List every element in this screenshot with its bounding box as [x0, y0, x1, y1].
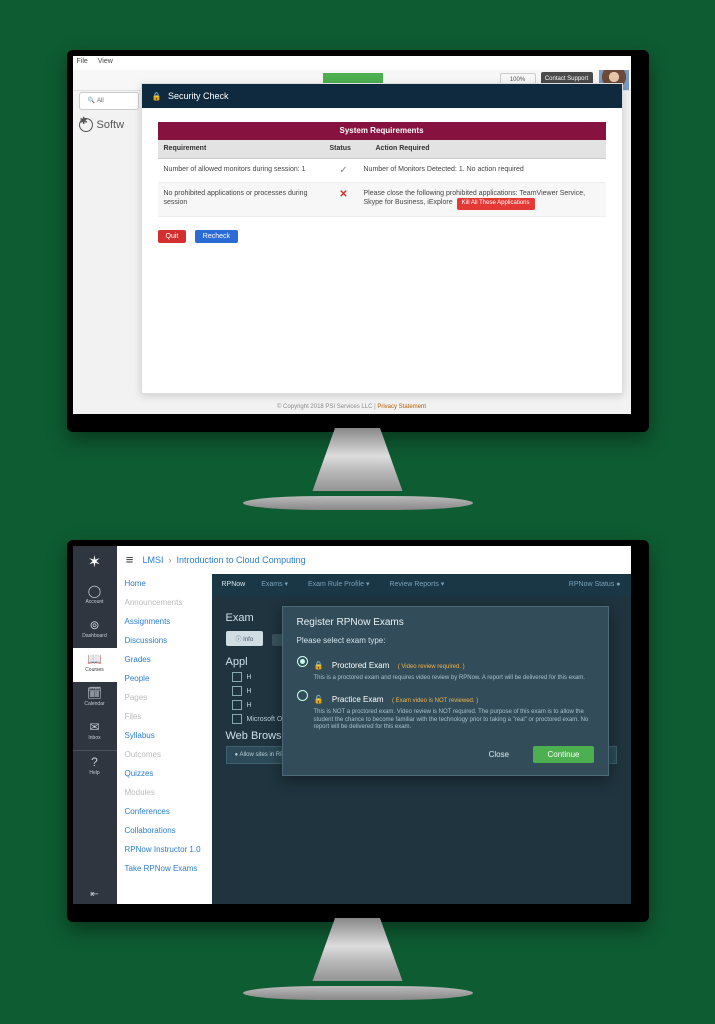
rpnow-brand: RPNow [222, 581, 246, 588]
checkbox-icon[interactable] [232, 672, 242, 682]
sidebar-item-discussions[interactable]: Discussions [117, 631, 212, 650]
table-row: No prohibited applications or processes … [158, 183, 606, 217]
action-text: Please close the following prohibited ap… [364, 189, 606, 210]
col-status: Status [324, 140, 370, 158]
brand-icon [79, 118, 93, 132]
page-footer: © Copyright 2018 PSI Services LLC | Priv… [73, 404, 631, 410]
system-requirements-ribbon: System Requirements [158, 122, 606, 140]
rpnow-tab-exams[interactable]: Exams ▾ [261, 581, 288, 588]
chip-info[interactable]: ⓘ Info [226, 631, 264, 646]
menu-view[interactable]: View [98, 58, 113, 65]
sidebar-item-people[interactable]: People [117, 669, 212, 688]
continue-button[interactable]: Continue [533, 746, 593, 763]
table-row: Number of allowed monitors during sessio… [158, 159, 606, 183]
nav-help[interactable]: ?Help [73, 750, 117, 784]
sidebar-item-pages[interactable]: Pages [117, 688, 212, 707]
brand-logo: Softw [79, 118, 125, 132]
sidebar-item-modules[interactable]: Modules [117, 783, 212, 802]
radio-icon[interactable] [297, 656, 308, 667]
panel-header: 🔒 Security Check [142, 84, 622, 108]
action-text: Number of Monitors Detected: 1. No actio… [364, 165, 606, 176]
req-text: Number of allowed monitors during sessio… [158, 165, 324, 176]
course-nav: Home Announcements Assignments Discussio… [117, 574, 213, 904]
modal-title: Register RPNow Exams [297, 617, 594, 628]
lock-icon: 🔒 [152, 92, 162, 101]
recheck-button[interactable]: Recheck [195, 230, 238, 243]
panel-title: Security Check [168, 91, 229, 101]
privacy-link[interactable]: Privacy Statement [377, 404, 426, 410]
sidebar-item-outcomes[interactable]: Outcomes [117, 745, 212, 764]
checkbox-icon[interactable] [232, 714, 242, 724]
global-nav: ✶ ◯Account ⊚Dashboard 📖Courses 🗓Calendar… [73, 546, 117, 904]
register-exam-modal: Register RPNow Exams Please select exam … [282, 606, 609, 776]
sidebar-item-home[interactable]: Home [117, 574, 212, 593]
close-button[interactable]: Close [475, 746, 523, 763]
sidebar-item-files[interactable]: Files [117, 707, 212, 726]
sidebar-item-conferences[interactable]: Conferences [117, 802, 212, 821]
option-practice[interactable]: 🔓 Practice Exam ( Exam video is NOT revi… [297, 689, 594, 732]
sidebar-item-syllabus[interactable]: Syllabus [117, 726, 212, 745]
sidebar-item-collaborations[interactable]: Collaborations [117, 821, 212, 840]
nav-collapse-icon[interactable]: ⇤ [73, 889, 117, 900]
screen-lms: ✶ ◯Account ⊚Dashboard 📖Courses 🗓Calendar… [73, 546, 631, 904]
sidebar-item-grades[interactable]: Grades [117, 650, 212, 669]
quit-button[interactable]: Quit [158, 230, 187, 243]
menu-file[interactable]: File [77, 58, 88, 65]
rpnow-header: RPNow Exams ▾ Exam Rule Profile ▾ Review… [212, 574, 631, 596]
breadcrumb-bar: ≡ LMSI › Introduction to Cloud Computing [117, 546, 631, 575]
security-check-panel: 🔒 Security Check System Requirements Req… [141, 83, 623, 394]
nav-courses[interactable]: 📖Courses [73, 648, 117, 682]
col-action: Action Required [370, 140, 606, 158]
rpnow-status: RPNow Status ● [569, 574, 621, 596]
status-fail-icon: ✕ [324, 189, 364, 210]
checkbox-icon[interactable] [232, 700, 242, 710]
table-header: Requirement Status Action Required [158, 140, 606, 159]
nav-inbox[interactable]: ✉Inbox [73, 716, 117, 750]
req-text: No prohibited applications or processes … [158, 189, 324, 210]
option-desc: This is a proctored exam and requires vi… [314, 675, 585, 683]
col-requirement: Requirement [158, 140, 324, 158]
sidebar-item-quizzes[interactable]: Quizzes [117, 764, 212, 783]
nav-account[interactable]: ◯Account [73, 580, 117, 614]
search-tab[interactable]: All [79, 92, 139, 110]
option-desc: This is NOT a proctored exam. Video revi… [314, 709, 594, 732]
screen-security-check: File View 100% Contact Support All Softw [73, 56, 631, 414]
checkbox-icon[interactable] [232, 686, 242, 696]
nav-calendar[interactable]: 🗓Calendar [73, 682, 117, 716]
sidebar-item-announcements[interactable]: Announcements [117, 593, 212, 612]
unlock-icon: 🔓 [314, 695, 324, 704]
rpnow-app: RPNow Exams ▾ Exam Rule Profile ▾ Review… [212, 574, 631, 904]
breadcrumb-course[interactable]: Introduction to Cloud Computing [177, 555, 306, 565]
radio-icon[interactable] [297, 690, 308, 701]
sidebar-item-assignments[interactable]: Assignments [117, 612, 212, 631]
nav-dashboard[interactable]: ⊚Dashboard [73, 614, 117, 648]
option-proctored[interactable]: 🔒 Proctored Exam ( Video review required… [297, 655, 594, 683]
sidebar-item-take-rpnow[interactable]: Take RPNow Exams [117, 859, 212, 878]
lock-icon: 🔒 [314, 661, 324, 670]
hamburger-icon[interactable]: ≡ [117, 546, 143, 574]
kill-apps-button[interactable]: Kill All These Applications [457, 198, 535, 210]
rpnow-tab-reports[interactable]: Review Reports ▾ [389, 581, 444, 588]
rpnow-tab-profile[interactable]: Exam Rule Profile ▾ [308, 581, 369, 588]
nav-logo[interactable]: ✶ [73, 546, 117, 580]
modal-prompt: Please select exam type: [297, 636, 594, 645]
sidebar-item-rpnow-instructor[interactable]: RPNow Instructor 1.0 [117, 840, 212, 859]
breadcrumb-root[interactable]: LMSI [143, 555, 164, 565]
status-ok-icon: ✓ [324, 165, 364, 176]
